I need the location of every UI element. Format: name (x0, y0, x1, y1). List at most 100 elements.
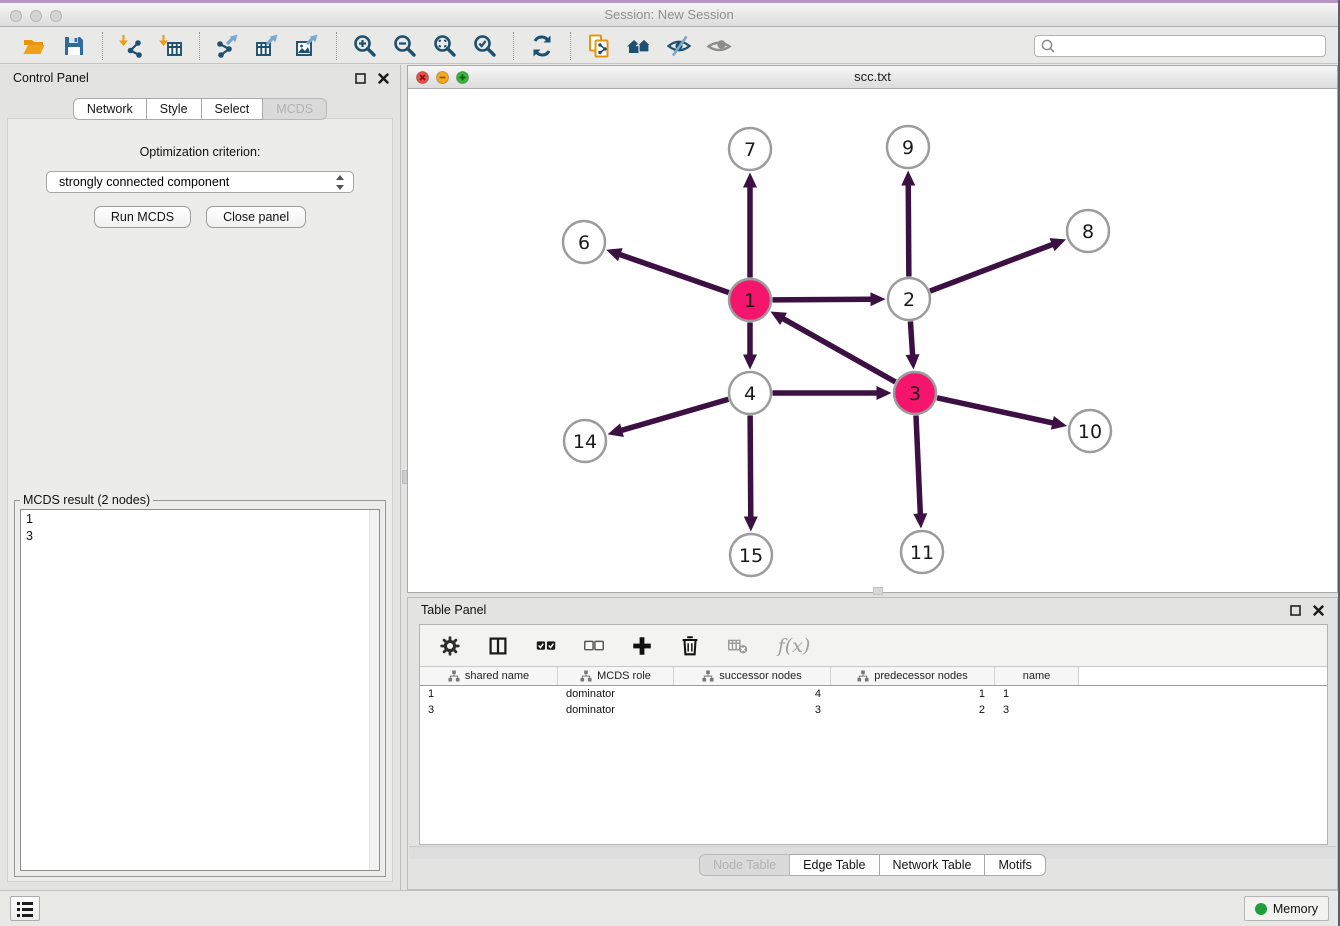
import-table-button[interactable] (156, 31, 186, 61)
graph-node-9[interactable]: 9 (887, 126, 929, 168)
svg-text:7: 7 (744, 139, 756, 161)
table-cell[interactable]: 1 (995, 686, 1079, 702)
graph-edge-2-9[interactable] (901, 170, 915, 276)
window-zoom-icon[interactable] (50, 10, 62, 22)
window-minimize-icon[interactable] (30, 10, 42, 22)
tab-select[interactable]: Select (202, 98, 264, 120)
svg-text:14: 14 (573, 431, 597, 453)
table-cell[interactable]: 3 (995, 702, 1079, 718)
select-all-checkboxes-button[interactable] (532, 632, 560, 660)
run-mcds-button[interactable]: Run MCDS (94, 206, 191, 228)
open-file-button[interactable] (19, 31, 49, 61)
zoom-in-button[interactable] (350, 31, 380, 61)
graph-edge-4-14[interactable] (608, 399, 729, 437)
zoom-fit-button[interactable] (430, 31, 460, 61)
network-minimize-icon[interactable] (436, 71, 449, 84)
graph-edge-2-3[interactable] (906, 321, 920, 369)
zoom-selected-button[interactable] (470, 31, 500, 61)
show-graphics-details-button[interactable] (704, 31, 734, 61)
close-panel-button[interactable]: Close panel (206, 206, 306, 228)
network-close-icon[interactable] (416, 71, 429, 84)
graph-node-10[interactable]: 10 (1069, 410, 1111, 452)
graph-edge-4-15[interactable] (744, 415, 758, 531)
delete-column-button[interactable] (676, 632, 704, 660)
table-cell[interactable]: dominator (558, 686, 674, 702)
tab-network-table[interactable]: Network Table (880, 854, 986, 876)
graph-node-8[interactable]: 8 (1067, 210, 1109, 252)
table-cell[interactable]: 4 (674, 686, 831, 702)
column-header-MCDS-role[interactable]: MCDS role (558, 667, 674, 685)
settings-gear-button[interactable] (436, 632, 464, 660)
search-box[interactable] (1034, 35, 1326, 57)
svg-text:9: 9 (902, 137, 914, 159)
graph-edge-1-4[interactable] (743, 323, 757, 370)
tab-style[interactable]: Style (147, 98, 202, 120)
column-header-name[interactable]: name (995, 667, 1079, 685)
export-table-button[interactable] (253, 31, 283, 61)
tab-network[interactable]: Network (73, 98, 147, 120)
window-traffic-lights[interactable] (10, 10, 62, 22)
copy-network-button[interactable] (584, 31, 614, 61)
column-header-predecessor-nodes[interactable]: predecessor nodes (831, 667, 995, 685)
network-graph[interactable]: 7 9 6 8 1 2 4 3 14 10 15 11 (408, 90, 1339, 594)
mcds-result-textarea[interactable]: 1 3 (20, 509, 380, 871)
control-panel-float-icon[interactable] (354, 72, 367, 85)
table-cell[interactable]: 1 (831, 686, 995, 702)
control-panel: Control Panel NetworkStyleSelectMCDS Opt… (0, 65, 401, 890)
application-window: Session: New Session Control Panel Netwo… (0, 0, 1340, 926)
window-close-icon[interactable] (10, 10, 22, 22)
graph-node-15[interactable]: 15 (730, 534, 772, 576)
column-header-shared-name[interactable]: shared name (420, 667, 558, 685)
search-input[interactable] (1056, 37, 1320, 55)
graph-edge-4-3[interactable] (773, 386, 892, 400)
first-neighbors-button[interactable] (624, 31, 654, 61)
tab-node-table[interactable]: Node Table (699, 854, 790, 876)
table-cell[interactable]: 3 (674, 702, 831, 718)
add-column-button[interactable] (628, 632, 656, 660)
table-cell[interactable]: 3 (420, 702, 558, 718)
graph-node-6[interactable]: 6 (563, 221, 605, 263)
memory-button[interactable]: Memory (1244, 896, 1329, 921)
save-session-button[interactable] (59, 31, 89, 61)
export-image-button[interactable] (293, 31, 323, 61)
network-canvas[interactable]: 7 9 6 8 1 2 4 3 14 10 15 11 (408, 90, 1337, 592)
import-network-button[interactable] (116, 31, 146, 61)
tab-motifs[interactable]: Motifs (985, 854, 1045, 876)
graph-edge-1-6[interactable] (606, 248, 729, 292)
svg-text:10: 10 (1078, 421, 1102, 443)
table-row[interactable]: 3dominator323 (420, 702, 1327, 718)
graph-edge-3-11[interactable] (913, 415, 927, 528)
graph-edge-3-10[interactable] (937, 398, 1067, 430)
deselect-all-checkboxes-button[interactable] (580, 632, 608, 660)
table-cell[interactable]: 1 (420, 686, 558, 702)
graph-node-4[interactable]: 4 (729, 372, 771, 414)
graph-node-1[interactable]: 1 (729, 279, 771, 321)
table-cell[interactable]: dominator (558, 702, 674, 718)
graph-node-11[interactable]: 11 (901, 531, 943, 573)
tab-edge-table[interactable]: Edge Table (790, 854, 879, 876)
optimization-criterion-select[interactable]: strongly connected component (46, 171, 354, 193)
refresh-network-button[interactable] (527, 31, 557, 61)
graph-edge-1-2[interactable] (772, 292, 885, 306)
graph-node-14[interactable]: 14 (564, 420, 606, 462)
table-row[interactable]: 1dominator411 (420, 686, 1327, 702)
graph-edge-2-8[interactable] (930, 238, 1066, 291)
zoom-out-button[interactable] (390, 31, 420, 61)
table-panel-close-icon[interactable] (1312, 604, 1325, 617)
task-history-button[interactable] (10, 896, 40, 921)
network-zoom-icon[interactable] (456, 71, 469, 84)
graph-edge-3-1[interactable] (770, 312, 895, 382)
graph-node-7[interactable]: 7 (729, 128, 771, 170)
tab-mcds[interactable]: MCDS (263, 98, 327, 120)
table-panel-float-icon[interactable] (1289, 604, 1302, 617)
table-cell[interactable]: 2 (831, 702, 995, 718)
control-panel-close-icon[interactable] (377, 72, 390, 85)
import-table-icon (158, 33, 184, 59)
export-network-button[interactable] (213, 31, 243, 61)
hide-panels-button[interactable] (664, 31, 694, 61)
column-header-successor-nodes[interactable]: successor nodes (674, 667, 831, 685)
graph-node-3[interactable]: 3 (894, 372, 936, 414)
split-view-button[interactable] (484, 632, 512, 660)
graph-edge-1-7[interactable] (743, 173, 757, 278)
graph-node-2[interactable]: 2 (888, 278, 930, 320)
